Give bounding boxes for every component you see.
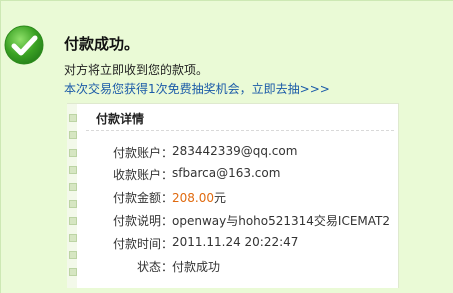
page-subtitle: 对方将立即收到您的款项。 xyxy=(64,63,209,77)
amount-value: 208.00 xyxy=(172,191,214,205)
amount-unit: 元 xyxy=(214,191,227,205)
detail-value: sfbarca@163.com xyxy=(172,166,281,180)
detail-row-time: 付款时间： 2011.11.24 20:22:47 xyxy=(68,235,398,253)
detail-label: 付款金额： xyxy=(112,191,173,205)
detail-label: 状态： xyxy=(136,260,173,274)
detail-label: 收款账户： xyxy=(112,168,173,182)
detail-value: 283442339@qq.com xyxy=(172,144,298,158)
detail-label: 付款账户： xyxy=(112,146,173,160)
detail-value: openway与hoho521314交易ICEMAT2 xyxy=(172,214,391,228)
detail-row-payee: 收款账户： sfbarca@163.com xyxy=(68,166,398,184)
payment-details-box: 付款详情 付款账户： 283442339@qq.com 收款账户： sfbarc… xyxy=(67,103,399,288)
lottery-link[interactable]: 本次交易您获得1次免费抽奖机会，立即去抽>>> xyxy=(64,80,330,97)
detail-row-payer: 付款账户： 283442339@qq.com xyxy=(68,144,398,162)
bullet-icon xyxy=(69,114,77,122)
detail-value: 2011.11.24 20:22:47 xyxy=(172,235,299,249)
detail-row-amount: 付款金额： 208.00元 xyxy=(68,189,398,207)
details-divider xyxy=(86,130,394,131)
detail-label: 付款说明： xyxy=(112,214,173,228)
detail-row-status: 状态： 付款成功 xyxy=(68,258,398,276)
status-badge: 付款成功 xyxy=(172,260,221,274)
details-heading: 付款详情 xyxy=(96,112,145,126)
check-circle-icon xyxy=(4,25,44,65)
detail-value: 208.00元 xyxy=(172,189,226,206)
page-title: 付款成功。 xyxy=(64,35,140,53)
bullet-icon xyxy=(69,131,77,139)
success-panel: 付款成功。 对方将立即收到您的款项。 本次交易您获得1次免费抽奖机会，立即去抽>… xyxy=(0,0,453,293)
detail-label: 付款时间： xyxy=(112,237,173,251)
detail-row-description: 付款说明： openway与hoho521314交易ICEMAT2 xyxy=(68,212,398,230)
